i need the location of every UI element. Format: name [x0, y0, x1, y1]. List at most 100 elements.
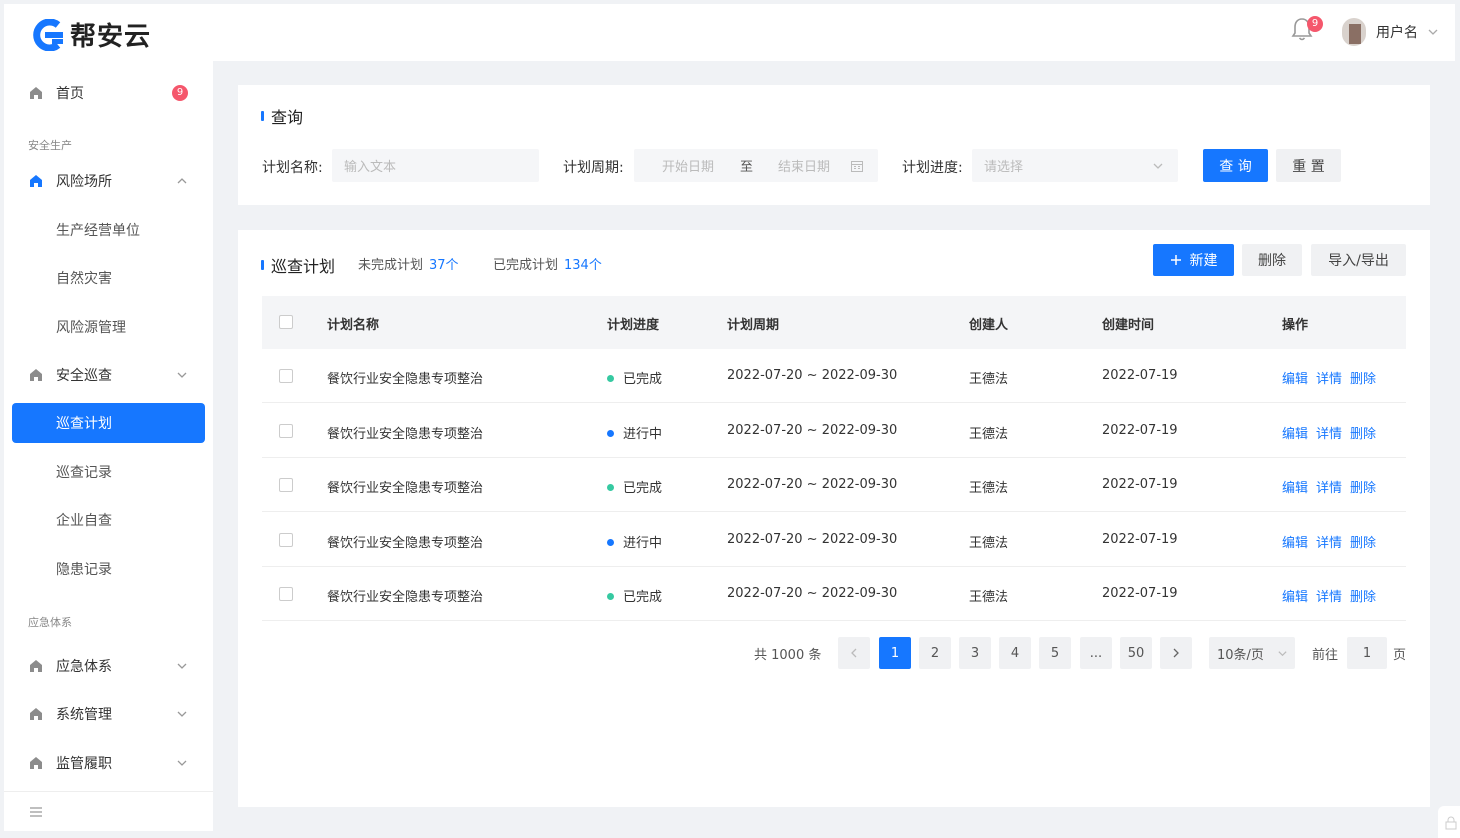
delete-link[interactable]: 删除: [1350, 590, 1376, 605]
sidebar-item-emergency[interactable]: 应急体系: [4, 646, 213, 686]
row-actions: 编辑 详情 删除: [1282, 477, 1384, 496]
sidebar-item-supervision[interactable]: 监管履职: [4, 743, 213, 783]
incomplete-stat: 未完成计划 37个: [358, 254, 459, 273]
new-plan-button[interactable]: 新建: [1153, 244, 1234, 276]
prev-page-button[interactable]: [838, 637, 870, 669]
search-button[interactable]: 查 询: [1203, 149, 1268, 182]
col-creator: 创建人: [969, 318, 1009, 333]
chevron-left-icon: [851, 648, 857, 658]
search-button-label: 查 询: [1219, 158, 1252, 175]
edit-link[interactable]: 编辑: [1282, 481, 1308, 496]
delete-link[interactable]: 删除: [1350, 481, 1376, 496]
sidebar-item-label: 风险源管理: [56, 320, 126, 336]
sidebar-item-safety-patrol[interactable]: 安全巡查: [4, 355, 213, 395]
status-dot: [607, 375, 614, 382]
delete-link[interactable]: 删除: [1350, 372, 1376, 387]
plan-name-input[interactable]: 输入文本: [332, 149, 539, 182]
row-actions: 编辑 详情 删除: [1282, 532, 1384, 551]
progress-select[interactable]: 请选择: [972, 149, 1178, 182]
edit-link[interactable]: 编辑: [1282, 536, 1308, 551]
chevron-down-icon: [1278, 650, 1287, 656]
edit-link[interactable]: 编辑: [1282, 427, 1308, 442]
row-actions: 编辑 详情 删除: [1282, 368, 1384, 387]
delete-button-label: 删除: [1258, 253, 1286, 269]
row-checkbox[interactable]: [279, 478, 293, 492]
menu-collapse-icon[interactable]: [28, 804, 44, 820]
sidebar-item-label: 巡查计划: [56, 416, 112, 432]
sidebar-item-risk-source[interactable]: 风险源管理: [4, 307, 213, 347]
sidebar-item-production-units[interactable]: 生产经营单位: [4, 210, 213, 250]
total-count: 共 1000 条: [754, 647, 822, 663]
plan-period: 2022-07-20 ~ 2022-09-30: [727, 422, 898, 438]
date-range-picker[interactable]: 开始日期 至 结束日期: [634, 149, 878, 182]
brand-name: 帮安云: [70, 22, 152, 52]
plan-name-placeholder: 输入文本: [344, 160, 397, 175]
sidebar-item-home[interactable]: 首页 9: [4, 73, 213, 113]
table-row: 餐饮行业安全隐患专项整治 进行中 2022-07-20 ~ 2022-09-30 王德…: [262, 513, 1406, 567]
sidebar-item-system[interactable]: 系统管理: [4, 694, 213, 734]
delete-button[interactable]: 删除: [1242, 244, 1302, 276]
sidebar-item-patrol-records[interactable]: 巡查记录: [4, 452, 213, 492]
detail-link[interactable]: 详情: [1316, 427, 1342, 442]
detail-link[interactable]: 详情: [1316, 590, 1342, 605]
plan-name: 餐饮行业安全隐患专项整治: [327, 426, 484, 442]
page-button[interactable]: 2: [919, 637, 951, 669]
page-button[interactable]: 4: [999, 637, 1031, 669]
page-button[interactable]: 3: [959, 637, 991, 669]
page-size-select[interactable]: 10条/页: [1209, 637, 1295, 669]
reset-button[interactable]: 重 置: [1276, 149, 1341, 182]
goto-page-input[interactable]: 1: [1347, 637, 1387, 669]
nav-group-safety: 安全生产: [28, 139, 72, 152]
sidebar-item-label: 自然灾害: [56, 271, 112, 287]
detail-link[interactable]: 详情: [1316, 481, 1342, 496]
sidebar-item-natural-disaster[interactable]: 自然灾害: [4, 258, 213, 298]
plan-name: 餐饮行业安全隐患专项整治: [327, 372, 484, 387]
chevron-down-icon: [177, 711, 187, 717]
page-button[interactable]: 1: [879, 637, 911, 669]
complete-stat: 已完成计划 134个: [493, 254, 602, 273]
row-checkbox[interactable]: [279, 369, 293, 383]
sidebar-item-patrol-plan[interactable]: 巡查计划: [12, 403, 205, 443]
start-date-placeholder: 开始日期: [662, 160, 715, 175]
page-button[interactable]: 5: [1039, 637, 1071, 669]
user-name: 用户名: [1376, 25, 1418, 41]
status-dot: [607, 429, 614, 437]
plan-status: 进行中: [607, 532, 662, 551]
brand-logo[interactable]: 帮安云: [28, 16, 151, 53]
chevron-up-icon: [177, 178, 187, 184]
row-checkbox[interactable]: [279, 423, 293, 438]
plan-status: 进行中: [607, 423, 662, 442]
import-export-label: 导入/导出: [1328, 253, 1389, 269]
row-checkbox[interactable]: [279, 587, 293, 601]
edit-link[interactable]: 编辑: [1282, 590, 1308, 605]
detail-link[interactable]: 详情: [1316, 372, 1342, 387]
chevron-down-icon: [177, 663, 187, 669]
home-icon: [30, 369, 42, 381]
sidebar-footer: [4, 791, 213, 831]
plan-status: 已完成: [607, 368, 662, 387]
page-button[interactable]: 50: [1120, 637, 1152, 669]
title-accent-bar: [261, 111, 264, 121]
next-page-button[interactable]: [1160, 637, 1192, 669]
chevron-right-icon: [1173, 648, 1179, 658]
user-menu[interactable]: 用户名: [1342, 18, 1439, 46]
sidebar-item-hazard-records[interactable]: 隐患记录: [4, 549, 213, 589]
goto-label: 前往: [1312, 647, 1339, 663]
sidebar-item-self-check[interactable]: 企业自查: [4, 500, 213, 540]
sidebar-item-risk-sites[interactable]: 风险场所: [4, 161, 213, 201]
new-plan-label: 新建: [1189, 253, 1218, 269]
plus-icon: [1170, 255, 1181, 265]
delete-link[interactable]: 删除: [1350, 536, 1376, 551]
plan-period: 2022-07-20 ~ 2022-09-30: [727, 368, 898, 383]
import-export-button[interactable]: 导入/导出: [1311, 244, 1406, 276]
corner-widget[interactable]: [1438, 806, 1460, 838]
chevron-down-icon: [1428, 29, 1438, 35]
delete-link[interactable]: 删除: [1350, 427, 1376, 442]
home-icon: [30, 87, 42, 99]
detail-link[interactable]: 详情: [1316, 536, 1342, 551]
select-all-checkbox[interactable]: [279, 315, 293, 329]
plan-name: 餐饮行业安全隐患专项整治: [327, 535, 484, 551]
edit-link[interactable]: 编辑: [1282, 372, 1308, 387]
page-ellipsis[interactable]: ...: [1080, 637, 1112, 669]
row-checkbox[interactable]: [279, 532, 293, 547]
